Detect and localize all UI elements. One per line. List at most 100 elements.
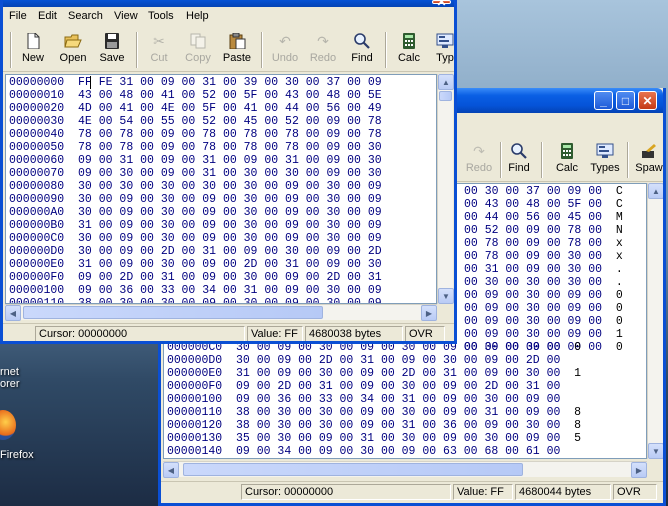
menu-help[interactable]: Help	[186, 10, 209, 22]
horizontal-scrollbar[interactable]: ◀ ▶	[163, 461, 647, 478]
scissors-icon: ✂	[153, 33, 165, 49]
hex-row[interactable]: 00 43 00 48 00 5F 00 C	[464, 198, 623, 211]
scroll-right-button[interactable]: ▶	[631, 462, 647, 478]
hex-row[interactable]: 00000000 FF FE 31 00 09 00 31 00 39 00 3…	[9, 76, 382, 89]
hex-row[interactable]: 00000120 38 00 30 00 30 00 09 00 31 00 3…	[167, 419, 581, 432]
desktop-icon-internet-explorer-label[interactable]: rnet orer	[0, 366, 20, 390]
hex-row[interactable]: 000000D0 30 00 09 00 2D 00 31 00 09 00 3…	[167, 354, 574, 367]
hex-row[interactable]: 00000020 4D 00 41 00 4E 00 5F 00 41 00 4…	[9, 102, 382, 115]
hex-row[interactable]: 00000090 30 00 09 00 30 00 09 00 30 00 0…	[9, 193, 382, 206]
scroll-down-button[interactable]: ▼	[438, 288, 454, 304]
menu-bar: File Edit Search View Tools Help	[3, 7, 454, 25]
hex-row[interactable]: 00 30 00 30 00 30 00 .	[464, 276, 623, 289]
close-button[interactable]: ✕	[432, 0, 451, 9]
hex-row[interactable]: 00000050 78 00 78 00 09 00 78 00 78 00 7…	[9, 141, 382, 154]
hex-row[interactable]: 00000040 78 00 78 00 09 00 78 00 78 00 7…	[9, 128, 382, 141]
row-ascii: N	[615, 224, 623, 237]
hex-row[interactable]: 00000010 43 00 48 00 41 00 52 00 5F 00 4…	[9, 89, 382, 102]
hex-row[interactable]: 00 31 00 09 00 30 00 .	[464, 263, 623, 276]
hex-row[interactable]: 000000C0 30 00 09 00 30 00 09 00 30 00 0…	[9, 232, 382, 245]
close-button[interactable]: ✕	[638, 91, 657, 110]
scroll-up-button[interactable]: ▲	[438, 74, 454, 90]
hex-row[interactable]: 00000140 09 00 34 00 09 00 30 00 09 00 6…	[167, 445, 574, 458]
hex-row[interactable]: 000000A0 30 00 09 00 30 00 09 00 30 00 0…	[9, 206, 382, 219]
maximize-button[interactable]: □	[616, 91, 635, 110]
spawn-button[interactable]: Spaw	[629, 138, 663, 182]
vertical-scrollbar[interactable]: ▲ ▼	[647, 183, 663, 459]
calc-button[interactable]: Calc	[547, 138, 587, 182]
menu-search[interactable]: Search	[68, 10, 103, 22]
scroll-up-button[interactable]: ▲	[648, 183, 663, 199]
types-button[interactable]: Types	[585, 138, 625, 182]
firefox-icon[interactable]	[0, 410, 16, 440]
hex-row[interactable]: 00 30 00 37 00 09 00 C	[464, 185, 623, 198]
vertical-scrollbar[interactable]: ▲ ▼	[437, 74, 454, 304]
hex-row[interactable]: 00000080 30 00 30 00 30 00 30 00 30 00 0…	[9, 180, 382, 193]
hex-row[interactable]: 000000B0 31 00 09 00 30 00 09 00 30 00 0…	[9, 219, 382, 232]
hex-row[interactable]: 00 78 00 09 00 30 00 x	[464, 250, 623, 263]
row-hex-bytes: 30 00 09 00 2D 00 31 00 09 00 30 00 09 0…	[236, 354, 575, 367]
scroll-thumb[interactable]	[439, 91, 452, 101]
hex-row[interactable]: 00000110 38 00 30 00 30 00 09 00 30 00 0…	[9, 297, 382, 303]
scroll-thumb[interactable]	[183, 463, 523, 476]
row-hex-bytes: 30 00 09 00 30 00 09 00 30 00 09 00 30 0…	[78, 193, 382, 206]
menu-view[interactable]: View	[114, 10, 138, 22]
scroll-left-button[interactable]: ◀	[163, 462, 179, 478]
hex-row[interactable]: 00 09 00 30 00 09 00 0	[464, 302, 623, 315]
row-hex-bytes: 30 00 09 00 30 00 09 00 30 00 09 00 30 0…	[78, 206, 382, 219]
hex-row[interactable]: 00000110 38 00 30 00 30 00 09 00 30 00 0…	[167, 406, 581, 419]
redo-button[interactable]: ↷ Redo	[459, 138, 499, 182]
clipboard-icon	[229, 33, 246, 49]
menu-edit[interactable]: Edit	[38, 10, 57, 22]
menu-file[interactable]: File	[9, 10, 27, 22]
scroll-down-button[interactable]: ▼	[648, 443, 663, 459]
row-offset: 00000020	[9, 102, 79, 115]
scroll-right-button[interactable]: ▶	[421, 305, 437, 321]
menu-tools[interactable]: Tools	[148, 10, 174, 22]
minimize-button[interactable]: _	[594, 91, 613, 110]
hex-row[interactable]: 00000060 09 00 31 00 09 00 31 00 09 00 3…	[9, 154, 382, 167]
row-hex-bytes: 4E 00 54 00 55 00 52 00 45 00 52 00 09 0…	[78, 115, 382, 128]
hex-row[interactable]: 00 09 00 30 00 09 00 0	[464, 315, 623, 328]
types-button[interactable]: Typ	[425, 28, 454, 72]
hex-row[interactable]: 00 09 00 30 00 09 00 0	[464, 289, 623, 302]
desktop-icon-firefox-label[interactable]: Firefox	[0, 449, 34, 461]
hex-row[interactable]: 00 52 00 09 00 78 00 N	[464, 224, 623, 237]
find-button[interactable]: Find	[499, 138, 539, 182]
title-bar[interactable]: ✕	[3, 0, 454, 9]
new-button[interactable]: New	[13, 28, 53, 72]
hex-row[interactable]: 000000F0 09 00 2D 00 31 00 09 00 30 00 0…	[167, 380, 574, 393]
row-hex-bytes: 4D 00 41 00 4E 00 5F 00 41 00 44 00 56 0…	[78, 102, 382, 115]
row-offset: 00000080	[9, 180, 79, 193]
hex-row[interactable]: 00000130 35 00 30 00 09 00 31 00 30 00 0…	[167, 432, 581, 445]
row-hex-bytes: 00 09 00 30 00 09 00	[464, 302, 616, 315]
hex-row[interactable]: 000000E0 31 00 09 00 30 00 09 00 2D 00 3…	[9, 258, 382, 271]
row-hex-bytes: 00 52 00 09 00 78 00	[464, 224, 616, 237]
hex-row[interactable]: 00 78 00 09 00 78 00 x	[464, 237, 623, 250]
scroll-left-button[interactable]: ◀	[5, 305, 21, 321]
redo-button[interactable]: ↷ Redo	[303, 28, 343, 72]
hex-row[interactable]: 00 09 00 30 00 09 00 1	[464, 328, 623, 341]
hex-row[interactable]: 00000100 09 00 36 00 33 00 34 00 31 00 0…	[167, 393, 574, 406]
save-button[interactable]: Save	[92, 28, 132, 72]
row-ascii: 5	[574, 432, 582, 445]
hex-editor-window-front[interactable]: ✕ File Edit Search View Tools Help New O…	[0, 0, 457, 344]
calc-button[interactable]: Calc	[389, 28, 429, 72]
hex-view[interactable]: 00000000 FF FE 31 00 09 00 31 00 39 00 3…	[5, 74, 437, 304]
cut-button[interactable]: ✂ Cut	[139, 28, 179, 72]
hex-row[interactable]: 000000F0 09 00 2D 00 31 00 09 00 30 00 0…	[9, 271, 382, 284]
hex-row[interactable]: 00 44 00 56 00 45 00 M	[464, 211, 623, 224]
find-button[interactable]: Find	[342, 28, 382, 72]
hex-row[interactable]: 000000D0 30 00 09 00 2D 00 31 00 09 00 3…	[9, 245, 382, 258]
copy-button[interactable]: Copy	[178, 28, 218, 72]
hex-row[interactable]: 00000030 4E 00 54 00 55 00 52 00 45 00 5…	[9, 115, 382, 128]
hex-row[interactable]: 00000100 09 00 36 00 33 00 34 00 31 00 0…	[9, 284, 382, 297]
hex-row[interactable]: 000000E0 31 00 09 00 30 00 09 00 2D 00 3…	[167, 367, 581, 380]
hex-row[interactable]: 00000070 09 00 30 00 09 00 31 00 30 00 3…	[9, 167, 382, 180]
row-hex-bytes: 43 00 48 00 41 00 52 00 5F 00 43 00 48 0…	[78, 89, 382, 102]
horizontal-scrollbar[interactable]: ◀ ▶	[5, 304, 437, 321]
open-button[interactable]: Open	[53, 28, 93, 72]
paste-button[interactable]: Paste	[217, 28, 257, 72]
undo-button[interactable]: ↶ Undo	[265, 28, 305, 72]
scroll-thumb[interactable]	[23, 306, 323, 319]
